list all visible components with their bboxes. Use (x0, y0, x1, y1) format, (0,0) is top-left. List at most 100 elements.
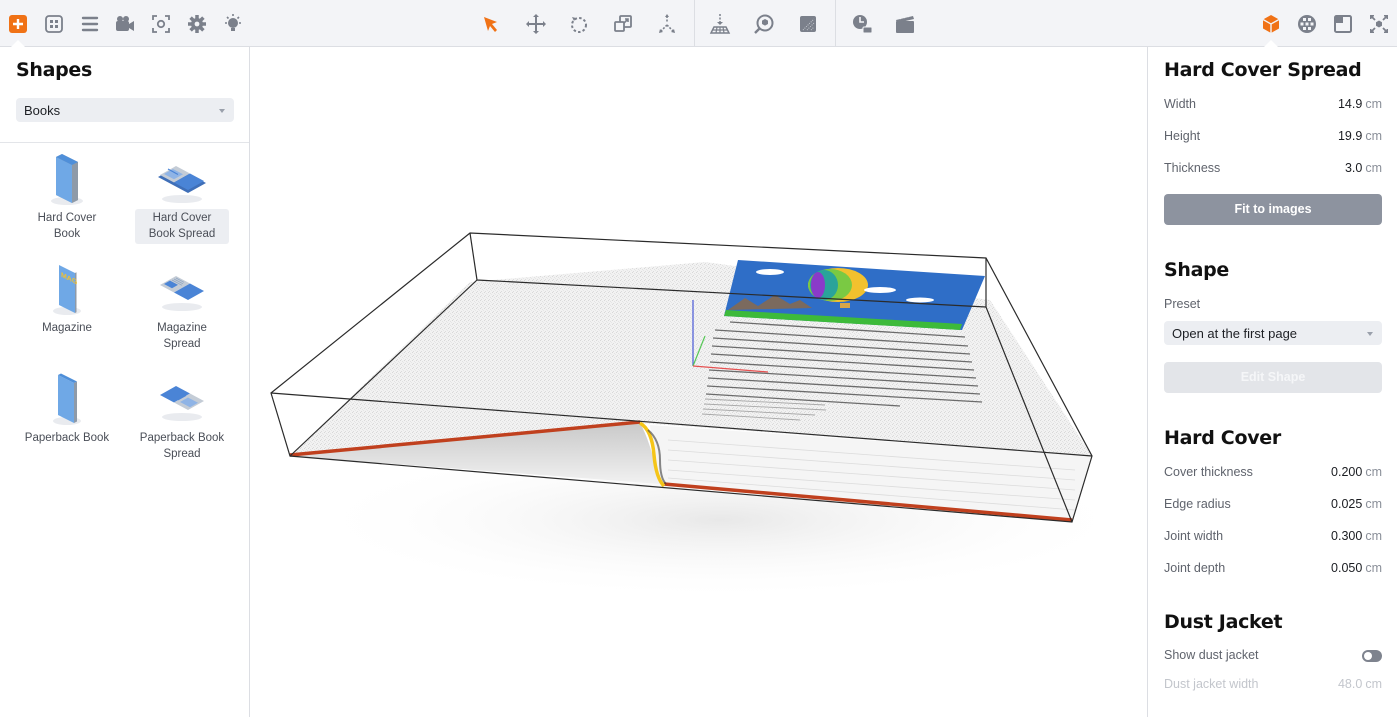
camera-icon (116, 16, 134, 31)
preset-label-row: Preset (1164, 297, 1382, 315)
scene-environment-button[interactable] (1291, 8, 1323, 40)
prop-label: Joint width (1164, 529, 1224, 543)
shape-item-hard-cover-book[interactable]: Hard Cover Book (20, 151, 114, 244)
timeline-icon (853, 15, 873, 34)
prop-value[interactable]: 0.300 cm (1331, 529, 1382, 543)
prop-label: Thickness (1164, 161, 1221, 175)
preset-label: Preset (1164, 297, 1201, 311)
focus-object-button[interactable] (748, 8, 780, 40)
explode-tool-button[interactable] (651, 8, 683, 40)
edit-shape-button[interactable]: Edit Shape (1164, 362, 1382, 393)
shape-item-magazine[interactable]: MAG Magazine (20, 261, 114, 338)
prop-joint-depth[interactable]: Joint depth 0.050 cm (1164, 561, 1382, 579)
paperback-book-spread-icon (160, 386, 204, 421)
value-number: 0.300 (1331, 529, 1363, 543)
lighting-button[interactable] (217, 8, 249, 40)
toolbar-divider (694, 0, 695, 47)
focus-object-icon (754, 14, 774, 34)
scale-tool-button[interactable] (607, 8, 639, 40)
rotate-tool-button[interactable] (563, 8, 595, 40)
value-unit: cm (1365, 677, 1382, 691)
value-unit: cm (1365, 465, 1382, 479)
rotate-tool-icon (571, 17, 587, 33)
value-number: 14.9 (1337, 97, 1363, 111)
show-dust-jacket-toggle[interactable] (1362, 650, 1382, 662)
value-unit: cm (1365, 97, 1382, 111)
camera-button[interactable] (109, 8, 141, 40)
prop-value[interactable]: 0.200 cm (1331, 465, 1382, 479)
properties-panel: Hard Cover Spread Width 14.9 cm Height 19… (1147, 47, 1397, 717)
value-number: 0.050 (1331, 561, 1363, 575)
prop-edge-radius[interactable]: Edge radius 0.025 cm (1164, 497, 1382, 515)
shape-item-hard-cover-book-spread[interactable]: Hard Cover Book Spread (135, 151, 229, 244)
prop-label: Width (1164, 97, 1196, 111)
shape-category-select[interactable]: Books (16, 98, 234, 122)
value-unit: cm (1365, 129, 1382, 143)
prop-thickness[interactable]: Thickness 3.0 cm (1164, 161, 1382, 179)
prop-label: Height (1164, 129, 1201, 143)
value-unit: cm (1365, 497, 1382, 511)
prop-label: Edge radius (1164, 497, 1231, 511)
shape-item-paperback-book[interactable]: Paperback Book (20, 371, 114, 448)
object-properties-button[interactable] (1255, 8, 1287, 40)
capture-icon (152, 15, 170, 33)
select-tool-button[interactable] (475, 8, 507, 40)
drop-to-floor-button[interactable] (704, 8, 736, 40)
drop-to-floor-icon (709, 14, 731, 34)
paperback-book-icon (53, 373, 81, 425)
prop-label: Dust jacket width (1164, 677, 1259, 691)
menu-button[interactable] (74, 8, 106, 40)
prop-value[interactable]: 3.0 cm (1345, 161, 1382, 175)
panel-layout-icon (1334, 15, 1352, 33)
prop-label: Show dust jacket (1164, 648, 1259, 662)
timeline-button[interactable] (846, 8, 878, 40)
animation-clapper-icon (896, 14, 914, 33)
capture-button[interactable] (145, 8, 177, 40)
3d-viewport[interactable] (251, 47, 1147, 717)
value-number: 19.9 (1337, 129, 1363, 143)
move-tool-button[interactable] (520, 8, 552, 40)
material-button[interactable] (792, 8, 824, 40)
layouts-button[interactable] (38, 8, 70, 40)
chevron-down-icon (219, 109, 225, 113)
fit-view-button[interactable] (1363, 8, 1395, 40)
material-icon (800, 16, 816, 32)
prop-value[interactable]: 0.025 cm (1331, 497, 1382, 511)
add-shape-button[interactable] (2, 8, 34, 40)
settings-button[interactable] (181, 8, 213, 40)
prop-show-dust-jacket: Show dust jacket (1164, 648, 1382, 666)
shape-label: Paperback Book Spread (139, 432, 225, 460)
prop-width[interactable]: Width 14.9 cm (1164, 97, 1382, 115)
value-unit: cm (1365, 561, 1382, 575)
active-panel-indicator (10, 39, 26, 47)
panel-layout-button[interactable] (1327, 8, 1359, 40)
shape-label: Paperback Book (24, 432, 110, 444)
prop-value: 48.0 cm (1338, 677, 1382, 691)
hard-cover-book-icon (51, 154, 83, 205)
prop-value[interactable]: 19.9 cm (1338, 129, 1382, 143)
book-3d-render[interactable] (251, 47, 1147, 717)
prop-value[interactable]: 0.050 cm (1331, 561, 1382, 575)
toolbar-divider (835, 0, 836, 47)
value-unit: cm (1365, 161, 1382, 175)
prop-value[interactable]: 14.9 cm (1338, 97, 1382, 111)
shape-preset-select[interactable]: Open at the first page (1164, 321, 1382, 345)
shape-label: Magazine (42, 322, 92, 334)
prop-label: Joint depth (1164, 561, 1226, 575)
fit-to-images-button[interactable]: Fit to images (1164, 194, 1382, 225)
shape-item-magazine-spread[interactable]: Magazine Spread (135, 261, 229, 354)
prop-height[interactable]: Height 19.9 cm (1164, 129, 1382, 147)
shape-section-title: Shape (1164, 259, 1230, 281)
active-panel-indicator (1263, 39, 1279, 47)
shape-item-paperback-book-spread[interactable]: Paperback Book Spread (135, 371, 229, 464)
shape-label: Magazine Spread (157, 322, 207, 350)
animation-button[interactable] (889, 8, 921, 40)
shape-category-value: Books (24, 103, 61, 118)
layouts-icon (45, 15, 63, 33)
explode-tool-icon (659, 14, 675, 33)
prop-joint-width[interactable]: Joint width 0.300 cm (1164, 529, 1382, 547)
prop-dust-jacket-width: Dust jacket width 48.0 cm (1164, 677, 1382, 695)
prop-cover-thickness[interactable]: Cover thickness 0.200 cm (1164, 465, 1382, 483)
chevron-down-icon (1367, 332, 1373, 336)
panel-divider (0, 142, 249, 143)
